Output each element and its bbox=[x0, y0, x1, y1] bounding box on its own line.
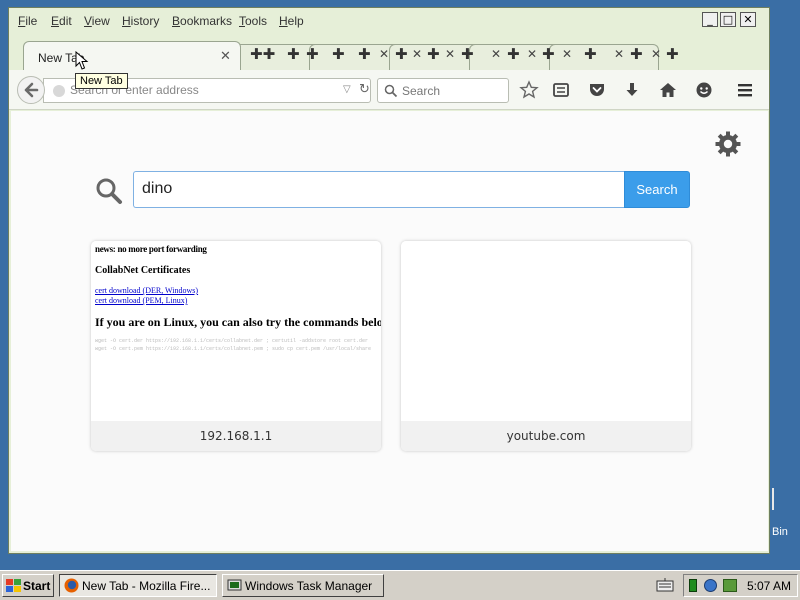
search-icon bbox=[96, 178, 122, 204]
task-manager-icon bbox=[227, 579, 242, 591]
tab-close-icon[interactable]: ✕ bbox=[379, 47, 389, 61]
firefox-window: File Edit View History Bookmarks Tools H… bbox=[8, 7, 770, 554]
tray-cpu-icon[interactable] bbox=[689, 579, 697, 592]
home-icon[interactable] bbox=[658, 80, 678, 100]
new-tab-icon[interactable]: ✚ bbox=[630, 45, 643, 63]
thumb-link: cert download (PEM, Linux) bbox=[95, 296, 188, 305]
tab-close-icon[interactable]: ✕ bbox=[651, 47, 661, 61]
new-tab-icon[interactable]: ✚✚ bbox=[250, 45, 275, 63]
gear-icon[interactable] bbox=[713, 129, 743, 159]
new-tab-button[interactable]: ✚ bbox=[666, 45, 679, 63]
menu-edit[interactable]: Edit bbox=[51, 14, 72, 28]
menu-help[interactable]: Help bbox=[279, 14, 304, 28]
new-tab-icon[interactable]: ✚ bbox=[427, 45, 440, 63]
new-tab-icon[interactable]: ✚ bbox=[287, 45, 300, 63]
thumb-code-line: wget -O cert.pem https://192.168.1.1/cer… bbox=[95, 346, 372, 352]
new-tab-icon[interactable]: ✚ bbox=[584, 45, 597, 63]
tray-network-icon[interactable] bbox=[704, 579, 717, 592]
bookmark-star-icon[interactable] bbox=[519, 80, 539, 100]
start-button[interactable]: Start bbox=[2, 574, 54, 597]
taskbar-firefox[interactable]: New Tab - Mozilla Fire... bbox=[59, 574, 217, 597]
firefox-icon bbox=[64, 578, 79, 593]
reload-icon[interactable]: ↻ bbox=[359, 82, 370, 97]
taskbar-label: New Tab - Mozilla Fire... bbox=[82, 579, 211, 593]
menu-history[interactable]: History bbox=[122, 14, 159, 28]
newtab-search-input[interactable] bbox=[142, 180, 612, 198]
menu-file[interactable]: File bbox=[18, 14, 37, 28]
tray-safely-remove-icon[interactable] bbox=[723, 579, 737, 592]
system-tray: 5:07 AM bbox=[683, 574, 798, 597]
url-dropdown-icon[interactable]: ▽ bbox=[343, 84, 351, 95]
back-arrow-icon bbox=[24, 82, 39, 98]
recycle-bin-label[interactable]: Bin bbox=[772, 526, 788, 538]
tab-close-icon[interactable]: ✕ bbox=[412, 47, 422, 61]
tab-close-icon[interactable]: ✕ bbox=[527, 47, 537, 61]
close-window-button[interactable]: ✕ bbox=[740, 12, 756, 27]
thumb-code-line: wget -O cert.der https://192.168.1.1/cer… bbox=[95, 338, 369, 344]
menu-tools[interactable]: Tools bbox=[239, 14, 267, 28]
top-site-tile[interactable]: news: no more port forwarding CollabNet … bbox=[91, 241, 381, 451]
hello-icon[interactable] bbox=[694, 80, 714, 100]
new-tab-icon[interactable]: ✚ bbox=[306, 45, 319, 63]
windows-logo-icon bbox=[6, 579, 21, 592]
keyboard-icon[interactable] bbox=[656, 578, 674, 592]
tab-tooltip: New Tab bbox=[75, 73, 128, 89]
tile-thumbnail: news: no more port forwarding CollabNet … bbox=[91, 241, 381, 421]
menu-bar: File Edit View History Bookmarks Tools H… bbox=[9, 8, 769, 34]
tile-thumbnail bbox=[401, 241, 691, 421]
tab-close-icon[interactable]: ✕ bbox=[562, 47, 572, 61]
back-button[interactable] bbox=[17, 76, 45, 104]
download-icon[interactable] bbox=[622, 80, 642, 100]
minimize-button[interactable]: _ bbox=[702, 12, 718, 27]
menu-view[interactable]: View bbox=[84, 14, 110, 28]
new-tab-icon[interactable]: ✚ bbox=[358, 45, 371, 63]
thumb-link: cert download (DER, Windows) bbox=[95, 286, 199, 295]
tile-caption: youtube.com bbox=[401, 421, 691, 451]
mouse-cursor-icon bbox=[75, 51, 89, 70]
tab-new-tab[interactable]: New Tab ✕ bbox=[23, 41, 241, 71]
search-button[interactable]: Search bbox=[624, 171, 690, 208]
taskbar: Start New Tab - Mozilla Fire... Windows … bbox=[0, 570, 800, 600]
newtab-search-box[interactable] bbox=[133, 171, 625, 208]
tab-close-icon[interactable]: ✕ bbox=[614, 47, 624, 61]
search-input[interactable] bbox=[402, 84, 502, 98]
new-tab-icon[interactable]: ✚ bbox=[395, 45, 408, 63]
top-site-tile[interactable]: youtube.com bbox=[401, 241, 691, 451]
thumb-big-text: If you are on Linux, you can also try th… bbox=[95, 315, 381, 329]
new-tab-icon[interactable]: ✚ bbox=[507, 45, 520, 63]
start-label: Start bbox=[23, 579, 51, 593]
taskbar-label: Windows Task Manager bbox=[245, 579, 373, 593]
new-tab-icon[interactable]: ✚ bbox=[542, 45, 555, 63]
menu-icon[interactable] bbox=[735, 80, 755, 100]
pocket-icon[interactable] bbox=[587, 80, 607, 100]
search-bar[interactable] bbox=[377, 78, 509, 103]
clock[interactable]: 5:07 AM bbox=[747, 579, 791, 593]
tab-close-icon[interactable]: ✕ bbox=[445, 47, 455, 61]
maximize-button[interactable]: □ bbox=[720, 12, 736, 27]
menu-bookmarks[interactable]: Bookmarks bbox=[172, 14, 232, 28]
search-icon bbox=[384, 84, 398, 98]
new-tab-icon[interactable]: ✚ bbox=[461, 45, 474, 63]
tile-caption: 192.168.1.1 bbox=[91, 421, 381, 451]
thumb-news-text: news: no more port forwarding bbox=[95, 244, 207, 254]
new-tab-page: Search news: no more port forwarding Col… bbox=[11, 111, 768, 551]
taskbar-task-manager[interactable]: Windows Task Manager bbox=[222, 574, 384, 597]
site-identity-icon[interactable] bbox=[53, 85, 65, 97]
reading-list-icon[interactable] bbox=[551, 80, 571, 100]
thumb-heading: CollabNet Certificates bbox=[95, 265, 191, 276]
new-tab-icon[interactable]: ✚ bbox=[332, 45, 345, 63]
tab-close-icon[interactable]: ✕ bbox=[220, 49, 231, 64]
tab-close-icon[interactable]: ✕ bbox=[491, 47, 501, 61]
